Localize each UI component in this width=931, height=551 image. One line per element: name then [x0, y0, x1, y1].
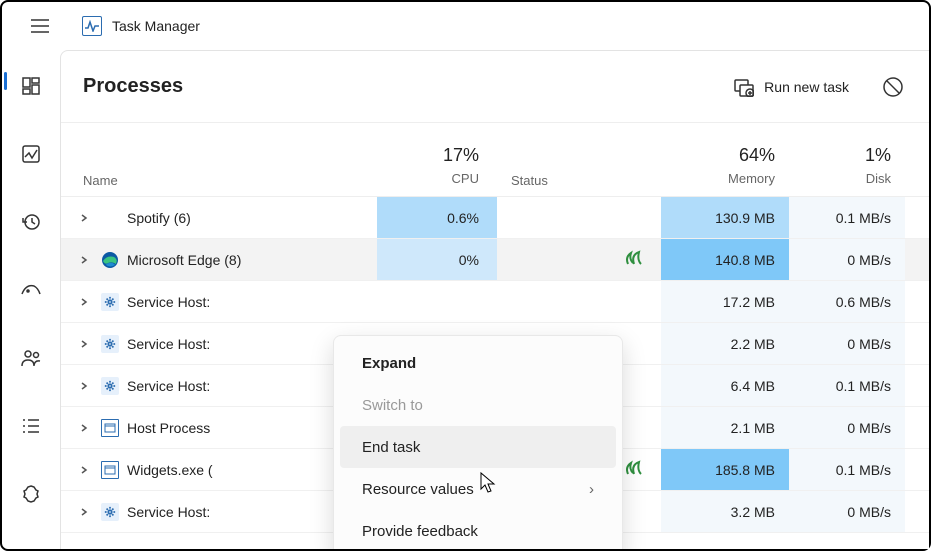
- context-menu: Expand Switch to End task Resource value…: [333, 335, 623, 549]
- disk-cell: 0.1 MB/s: [789, 449, 905, 490]
- gear-icon: [101, 293, 119, 311]
- nav-processes[interactable]: [11, 66, 51, 106]
- gear-icon: [101, 335, 119, 353]
- process-row[interactable]: Spotify (6) 0.6% 130.9 MB0.1 MB/s: [61, 197, 929, 239]
- leaf-icon: [623, 249, 643, 270]
- disk-cell: 0 MB/s: [789, 407, 905, 448]
- nav-details[interactable]: [11, 406, 51, 446]
- disk-cell: 0 MB/s: [789, 491, 905, 532]
- cpu-cell: 0.6%: [377, 197, 497, 238]
- nav-performance[interactable]: [11, 134, 51, 174]
- disk-cell: 0.6 MB/s: [789, 281, 905, 322]
- edge-icon: [101, 251, 119, 269]
- gear-icon: [101, 503, 119, 521]
- expand-chevron-icon[interactable]: [75, 377, 93, 395]
- nav-history[interactable]: [11, 202, 51, 242]
- column-status[interactable]: Status: [497, 173, 661, 188]
- nav-services[interactable]: [11, 474, 51, 514]
- expand-chevron-icon[interactable]: [75, 419, 93, 437]
- expand-chevron-icon[interactable]: [75, 293, 93, 311]
- status-cell: [497, 249, 661, 270]
- expand-chevron-icon[interactable]: [75, 335, 93, 353]
- menu-switch-to: Switch to: [340, 384, 616, 426]
- disk-cell: 0.1 MB/s: [789, 365, 905, 406]
- process-name: Microsoft Edge (8): [127, 252, 241, 268]
- disk-cell: 0 MB/s: [789, 239, 905, 280]
- menu-expand[interactable]: Expand: [340, 342, 616, 384]
- app-icon: [82, 16, 102, 36]
- memory-cell: 3.2 MB: [661, 491, 789, 532]
- expand-chevron-icon[interactable]: [75, 461, 93, 479]
- column-memory[interactable]: 64% Memory: [661, 145, 789, 188]
- chevron-right-icon: ›: [589, 481, 594, 498]
- process-name: Service Host:: [127, 504, 210, 520]
- leaf-icon: [623, 459, 643, 480]
- content-header: Processes Run new task: [61, 51, 929, 123]
- disk-cell: 0 MB/s: [789, 323, 905, 364]
- disk-cell: 0.1 MB/s: [789, 197, 905, 238]
- memory-cell: 185.8 MB: [661, 449, 789, 490]
- process-name: Host Process: [127, 420, 210, 436]
- memory-cell: 130.9 MB: [661, 197, 789, 238]
- process-name: Spotify (6): [127, 210, 191, 226]
- expand-chevron-icon[interactable]: [75, 503, 93, 521]
- process-name: Service Host:: [127, 378, 210, 394]
- menu-resource-values[interactable]: Resource values ›: [340, 468, 616, 510]
- menu-end-task[interactable]: End task: [340, 426, 616, 468]
- nav-rail: [2, 50, 60, 549]
- nav-active-indicator: [4, 72, 7, 90]
- expand-chevron-icon[interactable]: [75, 251, 93, 269]
- memory-cell: 6.4 MB: [661, 365, 789, 406]
- column-headers: Name 17% CPU Status 64% Memory 1% Disk: [61, 123, 929, 197]
- memory-cell: 2.2 MB: [661, 323, 789, 364]
- process-name: Service Host:: [127, 294, 210, 310]
- process-name: Service Host:: [127, 336, 210, 352]
- cpu-cell: 0%: [377, 239, 497, 280]
- process-row[interactable]: Microsoft Edge (8) 0% 140.8 MB0 MB/s: [61, 239, 929, 281]
- run-new-task-label: Run new task: [764, 79, 849, 95]
- column-cpu[interactable]: 17% CPU: [377, 145, 497, 188]
- column-disk[interactable]: 1% Disk: [789, 145, 905, 188]
- win-icon: [101, 461, 119, 479]
- win-icon: [101, 419, 119, 437]
- run-new-task-button[interactable]: Run new task: [722, 69, 861, 105]
- nav-startup[interactable]: [11, 270, 51, 310]
- end-task-disabled-icon: [879, 76, 907, 98]
- process-name: Widgets.exe (: [127, 462, 213, 478]
- cursor-icon: [479, 471, 499, 498]
- menu-provide-feedback[interactable]: Provide feedback: [340, 510, 616, 549]
- memory-cell: 2.1 MB: [661, 407, 789, 448]
- hamburger-menu-button[interactable]: [22, 8, 58, 44]
- gear-icon: [101, 377, 119, 395]
- titlebar: Task Manager: [2, 2, 929, 50]
- cpu-cell: [377, 281, 497, 322]
- column-name[interactable]: Name: [61, 173, 377, 188]
- app-title: Task Manager: [112, 18, 200, 34]
- content-panel: Processes Run new task Name 17% CPU Stat…: [60, 50, 929, 549]
- memory-cell: 140.8 MB: [661, 239, 789, 280]
- nav-users[interactable]: [11, 338, 51, 378]
- page-title: Processes: [83, 75, 722, 98]
- expand-chevron-icon[interactable]: [75, 209, 93, 227]
- process-row[interactable]: Service Host: 17.2 MB0.6 MB/s: [61, 281, 929, 323]
- memory-cell: 17.2 MB: [661, 281, 789, 322]
